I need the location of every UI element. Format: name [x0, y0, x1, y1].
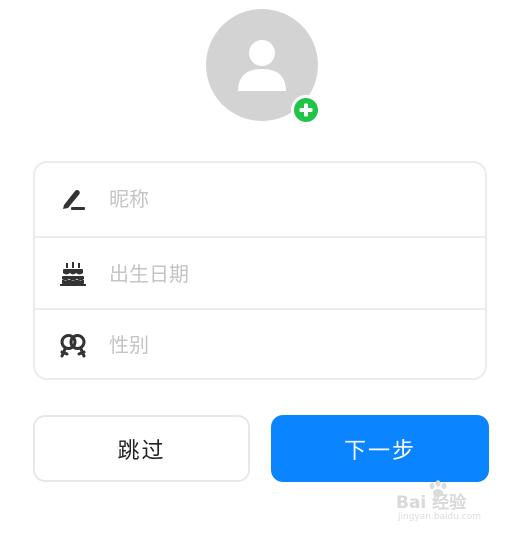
- cake-icon: [59, 260, 87, 288]
- avatar-upload[interactable]: [206, 9, 321, 125]
- add-circle-icon: [294, 98, 318, 122]
- birthday-input[interactable]: [109, 253, 465, 294]
- watermark: Bai 经验 jingyan.baidu.com: [396, 480, 496, 528]
- gender-icon: [59, 331, 87, 359]
- birthday-row: [35, 236, 485, 309]
- gender-input[interactable]: [109, 325, 465, 365]
- next-step-button[interactable]: 下一步: [271, 415, 489, 482]
- profile-form: [33, 161, 487, 380]
- watermark-brand: Bai 经验: [396, 493, 467, 513]
- add-avatar-button[interactable]: [291, 95, 321, 125]
- pen-icon: [59, 185, 87, 213]
- nickname-input[interactable]: [109, 179, 465, 219]
- nickname-row: [35, 163, 485, 235]
- watermark-url: jingyan.baidu.com: [398, 512, 482, 522]
- person-icon: [238, 40, 286, 91]
- skip-button[interactable]: 跳过: [33, 415, 250, 482]
- gender-row: [35, 308, 485, 380]
